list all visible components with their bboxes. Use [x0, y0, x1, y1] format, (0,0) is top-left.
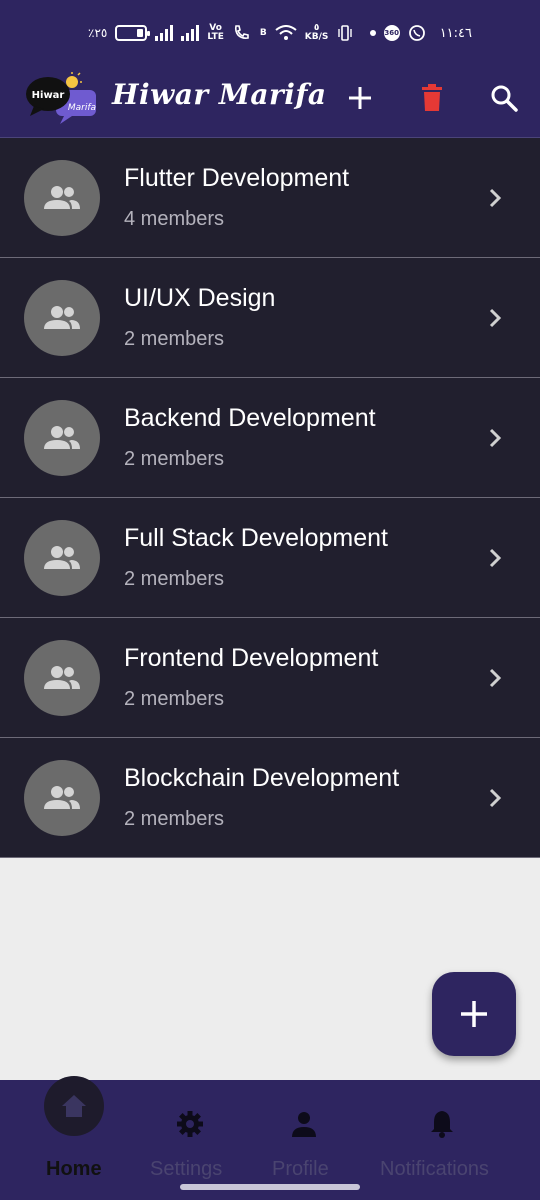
nav-settings[interactable]: [174, 1108, 206, 1140]
nav-label-profile[interactable]: Profile: [272, 1158, 329, 1181]
group-icon: [44, 786, 80, 809]
nav-profile[interactable]: [288, 1108, 320, 1140]
trash-icon: [422, 84, 442, 111]
battery-icon: [115, 25, 151, 41]
chevron-right-icon: [489, 788, 502, 808]
group-avatar: [24, 160, 100, 236]
chevron-right-icon: [489, 308, 502, 328]
sim-label: B: [259, 27, 267, 38]
group-icon: [44, 306, 80, 329]
group-avatar: [24, 640, 100, 716]
group-name: Flutter Development: [124, 164, 350, 192]
chevron-right-icon: [489, 668, 502, 688]
person-icon: [292, 1112, 316, 1137]
add-group-fab[interactable]: [432, 972, 516, 1056]
clock: ١١:٤٦: [439, 25, 472, 41]
nav-label-settings[interactable]: Settings: [150, 1158, 222, 1181]
chevron-right-icon: [489, 428, 502, 448]
group-list: Flutter Development 4 members UI/UX Desi…: [0, 138, 540, 858]
group-row[interactable]: Blockchain Development 2 members: [0, 738, 540, 858]
member-count: 4 members: [124, 208, 225, 230]
whatsapp-icon: [408, 25, 425, 41]
member-count: 2 members: [124, 568, 225, 590]
group-icon: [44, 426, 80, 449]
search-icon: [491, 85, 518, 112]
app-title: Hiwar Marifa: [112, 78, 327, 111]
nav-home[interactable]: [44, 1076, 104, 1136]
nav-notifications[interactable]: [426, 1108, 458, 1140]
member-count: 2 members: [124, 688, 225, 710]
group-avatar: [24, 280, 100, 356]
group-avatar: [24, 400, 100, 476]
group-row[interactable]: Frontend Development 2 members: [0, 618, 540, 738]
signal-icon: [155, 25, 174, 41]
group-icon: [44, 666, 80, 689]
status-bar: ٪٢٥ Vo LTE B ٥ KB/S 360 ١١:٤٦: [0, 0, 540, 62]
bell-icon: [431, 1111, 453, 1138]
chevron-right-icon: [489, 188, 502, 208]
chevron-right-icon: [489, 548, 502, 568]
gesture-handle[interactable]: [180, 1184, 360, 1190]
logo-text-2: Marifa: [68, 103, 96, 113]
add-button[interactable]: [344, 82, 376, 114]
group-row[interactable]: UI/UX Design 2 members: [0, 258, 540, 378]
plus-icon: [461, 1001, 487, 1027]
wifi-icon: [275, 25, 297, 40]
bottom-navigation: Home Settings Profile Notifications: [0, 1076, 540, 1200]
group-row[interactable]: Flutter Development 4 members: [0, 138, 540, 258]
group-avatar: [24, 520, 100, 596]
group-name: Full Stack Development: [124, 524, 389, 552]
battery-percent: ٪٢٥: [88, 26, 108, 40]
group-avatar: [24, 760, 100, 836]
group-icon: [44, 546, 80, 569]
delete-button[interactable]: [416, 82, 448, 114]
app-bar: Hiwar Marifa Hiwar Marifa: [0, 62, 540, 138]
gear-icon: [177, 1111, 203, 1137]
nav-label-notifications[interactable]: Notifications: [380, 1158, 489, 1181]
search-button[interactable]: [488, 82, 520, 114]
app-badge-icon: 360: [383, 25, 400, 41]
home-icon: [62, 1095, 86, 1117]
volte-indicator: Vo LTE: [207, 23, 224, 42]
group-name: Backend Development: [124, 404, 376, 432]
group-row[interactable]: Full Stack Development 2 members: [0, 498, 540, 618]
signal-icon-2: [181, 25, 200, 41]
group-name: Frontend Development: [124, 644, 379, 672]
member-count: 2 members: [124, 808, 225, 830]
app-logo: Hiwar Marifa: [26, 70, 98, 126]
call-icon: [234, 25, 249, 39]
logo-text-1: Hiwar: [32, 90, 65, 101]
group-row[interactable]: Backend Development 2 members: [0, 378, 540, 498]
group-icon: [44, 186, 80, 209]
group-name: Blockchain Development: [124, 764, 400, 792]
nav-label-home[interactable]: Home: [46, 1158, 102, 1181]
vibrate-icon: [338, 25, 353, 41]
member-count: 2 members: [124, 448, 225, 470]
notification-dot: [369, 30, 376, 36]
data-speed: ٥ KB/S: [304, 23, 329, 42]
group-name: UI/UX Design: [124, 284, 276, 312]
member-count: 2 members: [124, 328, 225, 350]
plus-icon: [349, 87, 371, 109]
